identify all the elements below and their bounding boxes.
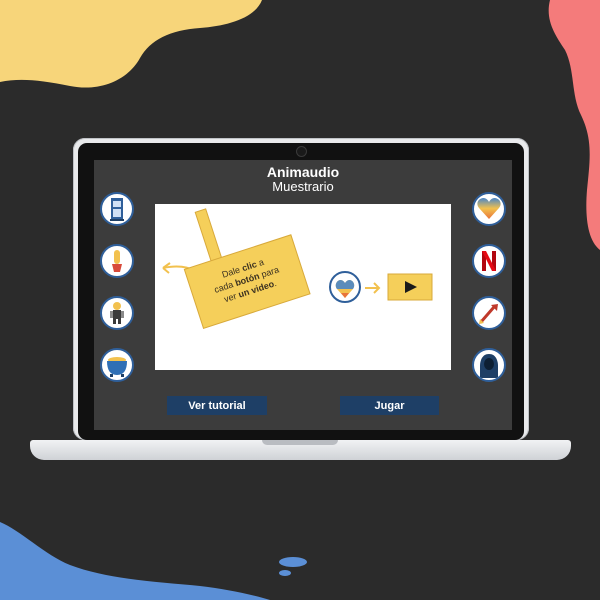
phone-booth-icon xyxy=(110,198,124,221)
netflix-button[interactable] xyxy=(472,244,506,278)
heart-icon xyxy=(477,198,501,219)
right-arrow-icon xyxy=(365,282,381,294)
cauldron-icon xyxy=(107,357,127,377)
play-button[interactable]: Jugar xyxy=(340,396,439,415)
phone-booth-button[interactable] xyxy=(100,192,134,226)
arrow-rocket-button[interactable] xyxy=(472,296,506,330)
instruction-illustration: Dale clic a cada botón para ver un video… xyxy=(162,208,433,330)
pink-blob-decoration xyxy=(548,0,600,250)
instruction-panel: Dale clic a cada botón para ver un video… xyxy=(155,204,451,370)
astronaut-button[interactable] xyxy=(100,296,134,330)
tutorial-button[interactable]: Ver tutorial xyxy=(167,396,267,415)
blue-blob-decoration xyxy=(0,522,307,600)
astronaut-icon xyxy=(110,302,124,324)
heart-button[interactable] xyxy=(472,192,506,226)
app-screen: Animaudio Muestrario Dale clic a cada bo… xyxy=(94,160,512,430)
laptop-base-notch xyxy=(262,440,338,445)
cactus-button[interactable] xyxy=(100,244,134,278)
netflix-logo-icon xyxy=(482,251,496,271)
hooded-figure-icon xyxy=(480,354,498,378)
app-title: Animaudio xyxy=(266,164,340,180)
arrow-rocket-icon xyxy=(479,304,498,324)
cauldron-button[interactable] xyxy=(100,348,134,382)
webcam-icon xyxy=(296,146,307,157)
app-subtitle: Muestrario xyxy=(272,179,334,194)
hooded-figure-button[interactable] xyxy=(472,348,506,382)
potted-cactus-icon xyxy=(112,250,122,272)
yellow-blob-decoration xyxy=(0,0,262,88)
